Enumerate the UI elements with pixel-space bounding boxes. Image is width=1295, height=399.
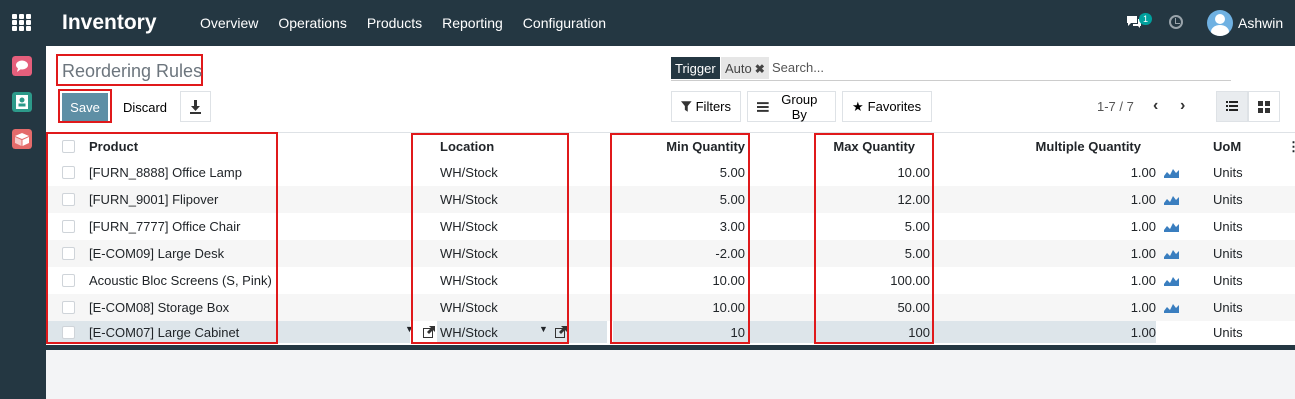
page-title: Reordering Rules [62,61,203,81]
min-quantity-highlight [610,133,750,344]
app-title[interactable]: Inventory [62,11,157,35]
list-view-button[interactable] [1216,91,1248,122]
uom-cell: Units [1213,300,1243,315]
bar-chart-icon[interactable] [1164,194,1179,205]
star-icon: ★ [852,98,864,114]
max-quantity-highlight [814,133,934,344]
facet-value: Auto ✖ [721,57,769,79]
avatar[interactable] [1207,10,1233,36]
filters-label: Filters [695,99,731,114]
groupby-label: Group By [781,91,818,122]
uom-cell: Units [1213,246,1243,261]
uom-cell: Units [1213,273,1243,288]
clock-icon[interactable] [1169,15,1183,29]
remove-facet-icon[interactable]: ✖ [755,62,765,76]
kanban-view-icon [1258,101,1270,113]
list-view-icon [1226,101,1238,111]
menu-overview[interactable]: Overview [200,15,258,31]
pager-value[interactable]: 1-7 / 7 [1097,99,1134,114]
inventory-icon[interactable] [12,129,32,149]
favorites-label: Favorites [867,99,922,114]
col-multiple-quantity[interactable]: Multiple Quantity [1036,139,1141,154]
filter-icon [681,101,692,112]
uom-cell: Units [1213,219,1243,234]
download-button[interactable] [180,91,211,122]
menu-configuration[interactable]: Configuration [523,15,606,31]
main-menu: Overview Operations Products Reporting C… [200,15,626,31]
location-column-highlight [411,133,569,344]
menu-operations[interactable]: Operations [278,15,346,31]
facet-value-text: Auto [725,61,752,76]
apps-grid-icon[interactable] [12,14,32,32]
search-bar: Trigger Auto ✖ [671,57,1231,81]
multiple-qty-cell: 1.00 [1130,273,1156,288]
bar-chart-icon[interactable] [1164,248,1179,259]
groupby-button[interactable]: Group By [747,91,836,122]
search-input[interactable] [772,60,1212,75]
bar-chart-icon[interactable] [1164,275,1179,286]
content-footer-area [46,350,1295,399]
pager-next-icon[interactable]: › [1180,97,1185,115]
menu-reporting[interactable]: Reporting [442,15,503,31]
chat-count-badge: 1 [1139,13,1153,25]
multiple-qty-cell: 1.00 [1130,165,1156,180]
multiple-qty-cell: 1.00 [1130,300,1156,315]
column-options-icon[interactable]: ⋮ [1287,139,1295,155]
bar-chart-icon[interactable] [1164,302,1179,313]
multiple-qty-edit-input[interactable]: 1.00 [1131,325,1156,340]
discuss-icon[interactable] [12,56,32,76]
download-icon [190,100,201,114]
menu-products[interactable]: Products [367,15,422,31]
contacts-icon[interactable] [12,92,32,112]
save-button[interactable]: Save [62,93,108,121]
uom-cell: Units [1213,165,1243,180]
left-sidebar [0,46,46,399]
multiple-qty-cell: 1.00 [1130,219,1156,234]
uom-cell: Units [1213,325,1243,340]
multiple-qty-cell: 1.00 [1130,192,1156,207]
favorites-button[interactable]: ★ Favorites [842,91,932,122]
uom-cell: Units [1213,192,1243,207]
top-navbar: Inventory Overview Operations Products R… [0,0,1295,46]
multiple-qty-cell: 1.00 [1130,246,1156,261]
pager-previous-icon[interactable]: ‹ [1153,97,1158,115]
filters-button[interactable]: Filters [671,91,741,122]
list-icon [757,101,769,112]
bar-chart-icon[interactable] [1164,167,1179,178]
user-name[interactable]: Ashwin [1238,15,1283,31]
facet-label: Trigger [671,57,720,79]
bar-chart-icon[interactable] [1164,221,1179,232]
discard-button[interactable]: Discard [115,93,175,121]
product-column-highlight [46,132,278,344]
col-uom[interactable]: UoM [1213,139,1241,154]
kanban-view-button[interactable] [1248,91,1280,122]
